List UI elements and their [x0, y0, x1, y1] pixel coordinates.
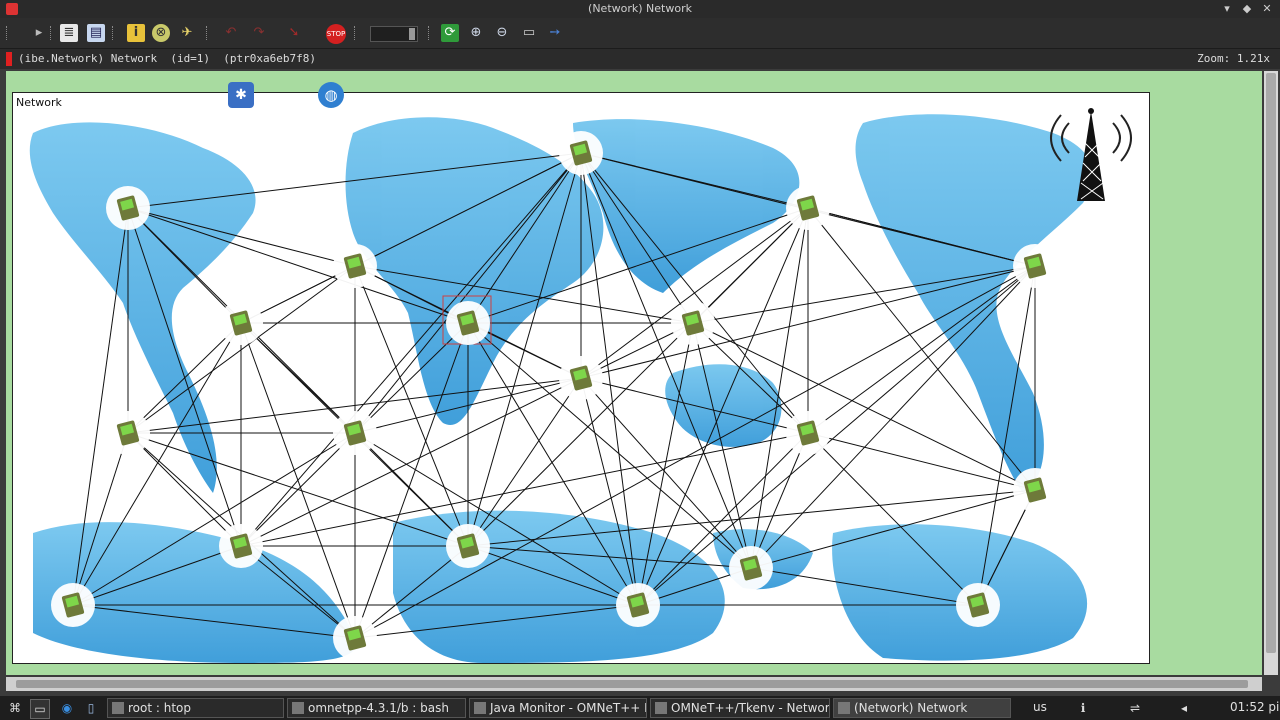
- window-titlebar: (Network) Network ▾ ◆ ✕: [0, 0, 1280, 18]
- slider-knob[interactable]: [409, 28, 415, 40]
- host-node-icon[interactable]: [333, 244, 377, 288]
- task-java-monitor[interactable]: Java Monitor - OMNeT++ ID: [469, 698, 647, 718]
- link: [240, 432, 356, 547]
- scrollbar-thumb[interactable]: [16, 680, 1248, 688]
- host-node-icon[interactable]: [446, 524, 490, 568]
- info-icon[interactable]: i: [127, 24, 145, 42]
- network-graph: [29, 108, 1132, 663]
- toolbar-separator: [50, 26, 54, 40]
- host-node-icon[interactable]: [219, 301, 263, 345]
- toolbar-separator: [112, 26, 116, 40]
- host-node-icon[interactable]: [106, 186, 150, 230]
- task-app-icon: [838, 702, 850, 714]
- host-node-icon[interactable]: [1013, 244, 1057, 288]
- run-icon[interactable]: ▸: [30, 24, 48, 42]
- task-label: omnetpp-4.3.1/b : bash: [308, 701, 449, 715]
- task-label: (Network) Network: [854, 701, 968, 715]
- terminal-icon[interactable]: ▭: [30, 699, 50, 719]
- task-app-icon: [655, 702, 667, 714]
- status-marker: [6, 52, 12, 66]
- taskbar: ⌘ ▭ ◉ ▯ root : htop omnetpp-4.3.1/b : ba…: [0, 696, 1280, 720]
- files-icon[interactable]: ▯: [82, 699, 100, 717]
- layout-icon[interactable]: ≣: [60, 24, 78, 42]
- browser-icon[interactable]: ◉: [58, 699, 76, 717]
- step-icon[interactable]: ➘: [285, 24, 303, 42]
- task-bash[interactable]: omnetpp-4.3.1/b : bash: [287, 698, 466, 718]
- network-tray-icon[interactable]: ⇌: [1126, 699, 1144, 717]
- arrow-icon[interactable]: ➙: [546, 24, 564, 42]
- toolbar-separator: [206, 26, 210, 40]
- task-app-icon: [474, 702, 486, 714]
- inspector-infobar: (ibe.Network) Network (id=1) (ptr0xa6eb7…: [0, 49, 1280, 69]
- info-tray-icon[interactable]: ℹ: [1074, 699, 1092, 717]
- toolbar-separator: [428, 26, 432, 40]
- host-node-icon[interactable]: [1013, 468, 1057, 512]
- start-menu-icon[interactable]: ⌘: [6, 699, 24, 717]
- keyboard-layout[interactable]: us: [1033, 700, 1047, 714]
- task-label: OMNeT++/Tkenv - Network: [671, 701, 830, 715]
- minimize-button[interactable]: ▾: [1218, 1, 1236, 17]
- host-node-icon[interactable]: [956, 583, 1000, 627]
- close-button[interactable]: ✕: [1258, 1, 1276, 17]
- host-node-icon[interactable]: [51, 583, 95, 627]
- host-node-icon[interactable]: [786, 186, 830, 230]
- toolbar: ▸ ≣ ▤ i ⊗ ✈ ↶ ↷ ➘ STOP ⟳ ⊕ ⊖ ▭ ➙: [0, 18, 1280, 49]
- task-label: Java Monitor - OMNeT++ ID: [490, 701, 647, 715]
- host-node-icon[interactable]: [729, 546, 773, 590]
- host-node-icon[interactable]: [106, 411, 150, 455]
- refresh-icon[interactable]: ⟳: [441, 24, 459, 42]
- zoom-level: Zoom: 1.21x: [1197, 52, 1270, 65]
- globe-icon[interactable]: ◍: [318, 82, 344, 108]
- volume-tray-icon[interactable]: ◂: [1175, 699, 1193, 717]
- network-canvas[interactable]: Network: [12, 92, 1150, 664]
- clock: 01:52 pi: [1230, 700, 1280, 714]
- task-app-icon: [112, 702, 124, 714]
- network-label: Network: [16, 96, 62, 109]
- host-node-icon[interactable]: [559, 356, 603, 400]
- task-app-icon: [292, 702, 304, 714]
- host-node-icon[interactable]: [219, 524, 263, 568]
- stop-icon[interactable]: STOP: [326, 24, 346, 44]
- task-tkenv[interactable]: OMNeT++/Tkenv - Network: [650, 698, 830, 718]
- host-module-icon[interactable]: ✱: [228, 82, 254, 108]
- toolbar-separator: [6, 26, 10, 40]
- horizontal-scrollbar[interactable]: [6, 677, 1262, 691]
- task-network[interactable]: (Network) Network: [833, 698, 1011, 718]
- module-icon[interactable]: ⊗: [152, 24, 170, 42]
- host-node-icon[interactable]: [333, 616, 377, 660]
- redo-icon[interactable]: ↷: [250, 24, 268, 42]
- host-node-icon[interactable]: [616, 583, 660, 627]
- scrollbar-thumb[interactable]: [1266, 73, 1276, 653]
- rocket-icon[interactable]: ✈: [178, 24, 196, 42]
- host-node-icon[interactable]: [786, 411, 830, 455]
- task-htop[interactable]: root : htop: [107, 698, 284, 718]
- host-node-icon[interactable]: [333, 411, 377, 455]
- host-node-icon[interactable]: [446, 301, 490, 345]
- maximize-button[interactable]: ◆: [1238, 1, 1256, 17]
- host-node-icon[interactable]: [559, 131, 603, 175]
- inspect-icon[interactable]: ▤: [87, 24, 105, 42]
- speed-slider[interactable]: [370, 26, 418, 42]
- host-node-icon[interactable]: [671, 301, 715, 345]
- module-path: (ibe.Network) Network (id=1) (ptr0xa6eb7…: [18, 52, 317, 65]
- toolbar-separator: [354, 26, 358, 40]
- zoom-in-icon[interactable]: ⊕: [467, 24, 485, 42]
- task-label: root : htop: [128, 701, 191, 715]
- vertical-scrollbar[interactable]: [1264, 71, 1278, 675]
- zoom-out-icon[interactable]: ⊖: [493, 24, 511, 42]
- window-title: (Network) Network: [588, 2, 692, 15]
- world-map-background: [29, 114, 1093, 663]
- screenshot-icon[interactable]: ▭: [520, 24, 538, 42]
- undo-icon[interactable]: ↶: [222, 24, 240, 42]
